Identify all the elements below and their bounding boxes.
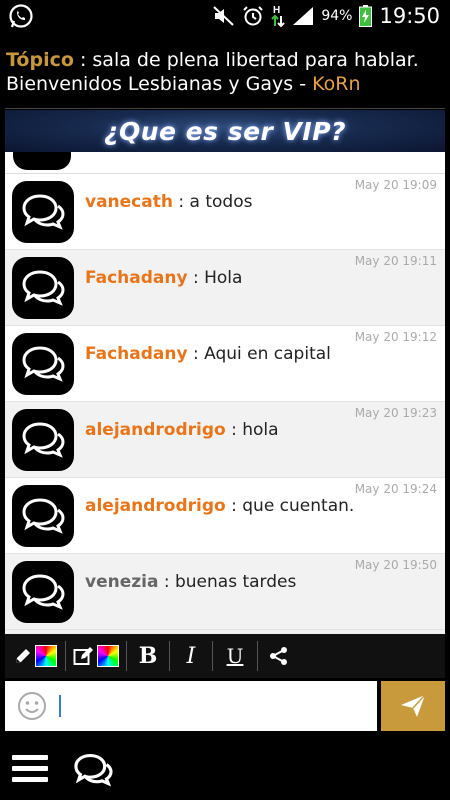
color-swatch: [97, 645, 119, 667]
message-time: May 20 19:12: [354, 330, 437, 344]
message-separator: :: [225, 496, 243, 516]
list-item[interactable]: May 20 19:50 venezia : buenas tardes: [5, 554, 445, 630]
avatar: [13, 152, 71, 170]
background-color-button[interactable]: [66, 634, 126, 678]
chat-bubbles-icon: [22, 270, 65, 306]
message-separator: :: [172, 192, 190, 212]
bottom-nav: [0, 740, 450, 800]
avatar[interactable]: [12, 257, 74, 319]
list-item[interactable]: May 20 19:24 alejandrodrigo : que cuenta…: [5, 478, 445, 554]
topic-divider: [5, 108, 445, 109]
message-line: alejandrodrigo : que cuentan.: [85, 496, 354, 516]
whatsapp-icon: [9, 4, 33, 28]
signal-icon: [293, 7, 314, 25]
mute-icon: [213, 6, 235, 26]
battery-charging-icon: [359, 5, 373, 27]
list-item[interactable]: May 20 19:11 Fachadany : Hola: [5, 250, 445, 326]
text-color-button[interactable]: [5, 634, 65, 678]
message-time: May 20 19:24: [354, 482, 437, 496]
message-input-box: [5, 681, 377, 731]
message-username[interactable]: alejandrodrigo: [85, 420, 226, 440]
message-compose-row: [5, 681, 445, 731]
topic-separator: :: [73, 49, 93, 71]
message-separator: :: [187, 344, 205, 364]
formatting-toolbar: B I U: [5, 634, 445, 678]
message-text: Hola: [204, 268, 243, 288]
list-item[interactable]: May 20 19:23 alejandrodrigo : hola: [5, 402, 445, 478]
message-separator: :: [158, 572, 175, 592]
avatar[interactable]: [12, 333, 74, 395]
battery-percentage: 94%: [321, 8, 353, 24]
vip-banner[interactable]: ¿Que es ser VIP?: [5, 110, 445, 152]
message-username[interactable]: vanecath: [85, 192, 173, 212]
message-text: hola: [242, 420, 279, 440]
message-separator: :: [225, 420, 243, 440]
chat-bubbles-icon: [22, 422, 65, 458]
send-button[interactable]: [381, 681, 445, 731]
message-username[interactable]: venezia: [85, 572, 158, 592]
chat-bubbles-icon: [22, 346, 65, 382]
chat-bubbles-icon: [22, 498, 65, 534]
message-input[interactable]: [57, 689, 369, 723]
share-button[interactable]: [258, 634, 300, 678]
message-text: a todos: [189, 192, 253, 212]
menu-icon[interactable]: [12, 752, 48, 786]
topic-label: Tópico: [6, 49, 74, 71]
smiley-icon[interactable]: [17, 691, 47, 721]
pencil-icon: [16, 649, 30, 663]
list-item[interactable]: May 20 19:09 vanecath : a todos: [5, 174, 445, 250]
topic-owner[interactable]: KoRn: [312, 73, 360, 95]
edit-icon: [73, 647, 93, 665]
avatar[interactable]: [12, 409, 74, 471]
vip-banner-text: ¿Que es ser VIP?: [103, 116, 347, 146]
chat-peek-row: [5, 152, 445, 174]
message-text: Aqui en capital: [204, 344, 331, 364]
data-arrows-icon: H: [271, 5, 286, 28]
bold-button[interactable]: B: [127, 634, 169, 678]
text-caret: [59, 695, 61, 717]
message-separator: :: [187, 268, 205, 288]
status-bar: H 94% 19:50: [0, 0, 450, 32]
send-icon: [401, 694, 426, 717]
underline-button[interactable]: U: [213, 634, 257, 678]
message-text: buenas tardes: [174, 572, 297, 592]
avatar[interactable]: [12, 561, 74, 623]
message-text: que cuentan.: [242, 496, 355, 516]
message-username[interactable]: Fachadany: [85, 268, 188, 288]
avatar[interactable]: [12, 485, 74, 547]
chat-bubbles-icon: [22, 194, 65, 230]
chat-list[interactable]: May 20 19:09 vanecath : a todos May 20 1…: [5, 152, 445, 634]
message-line: vanecath : a todos: [85, 192, 252, 212]
topic-bar: Tópico : sala de plena libertad para hab…: [0, 32, 450, 108]
chat-bubbles-icon[interactable]: [72, 752, 114, 788]
message-username[interactable]: Fachadany: [85, 344, 188, 364]
italic-button[interactable]: I: [170, 634, 212, 678]
message-time: May 20 19:11: [354, 254, 437, 268]
message-time: May 20 19:09: [354, 178, 437, 192]
message-time: May 20 19:23: [354, 406, 437, 420]
avatar[interactable]: [12, 181, 74, 243]
message-line: venezia : buenas tardes: [85, 572, 296, 592]
color-swatch: [35, 645, 57, 667]
chat-bubbles-icon: [22, 574, 65, 610]
svg-text:H: H: [273, 5, 280, 16]
list-item[interactable]: May 20 19:12 Fachadany : Aqui en capital: [5, 326, 445, 402]
message-line: alejandrodrigo : hola: [85, 420, 279, 440]
message-username[interactable]: alejandrodrigo: [85, 496, 226, 516]
clock: 19:50: [379, 4, 440, 28]
message-time: May 20 19:50: [354, 558, 437, 572]
share-icon: [270, 647, 287, 665]
message-line: Fachadany : Hola: [85, 268, 242, 288]
message-line: Fachadany : Aqui en capital: [85, 344, 331, 364]
alarm-icon: [243, 6, 264, 26]
